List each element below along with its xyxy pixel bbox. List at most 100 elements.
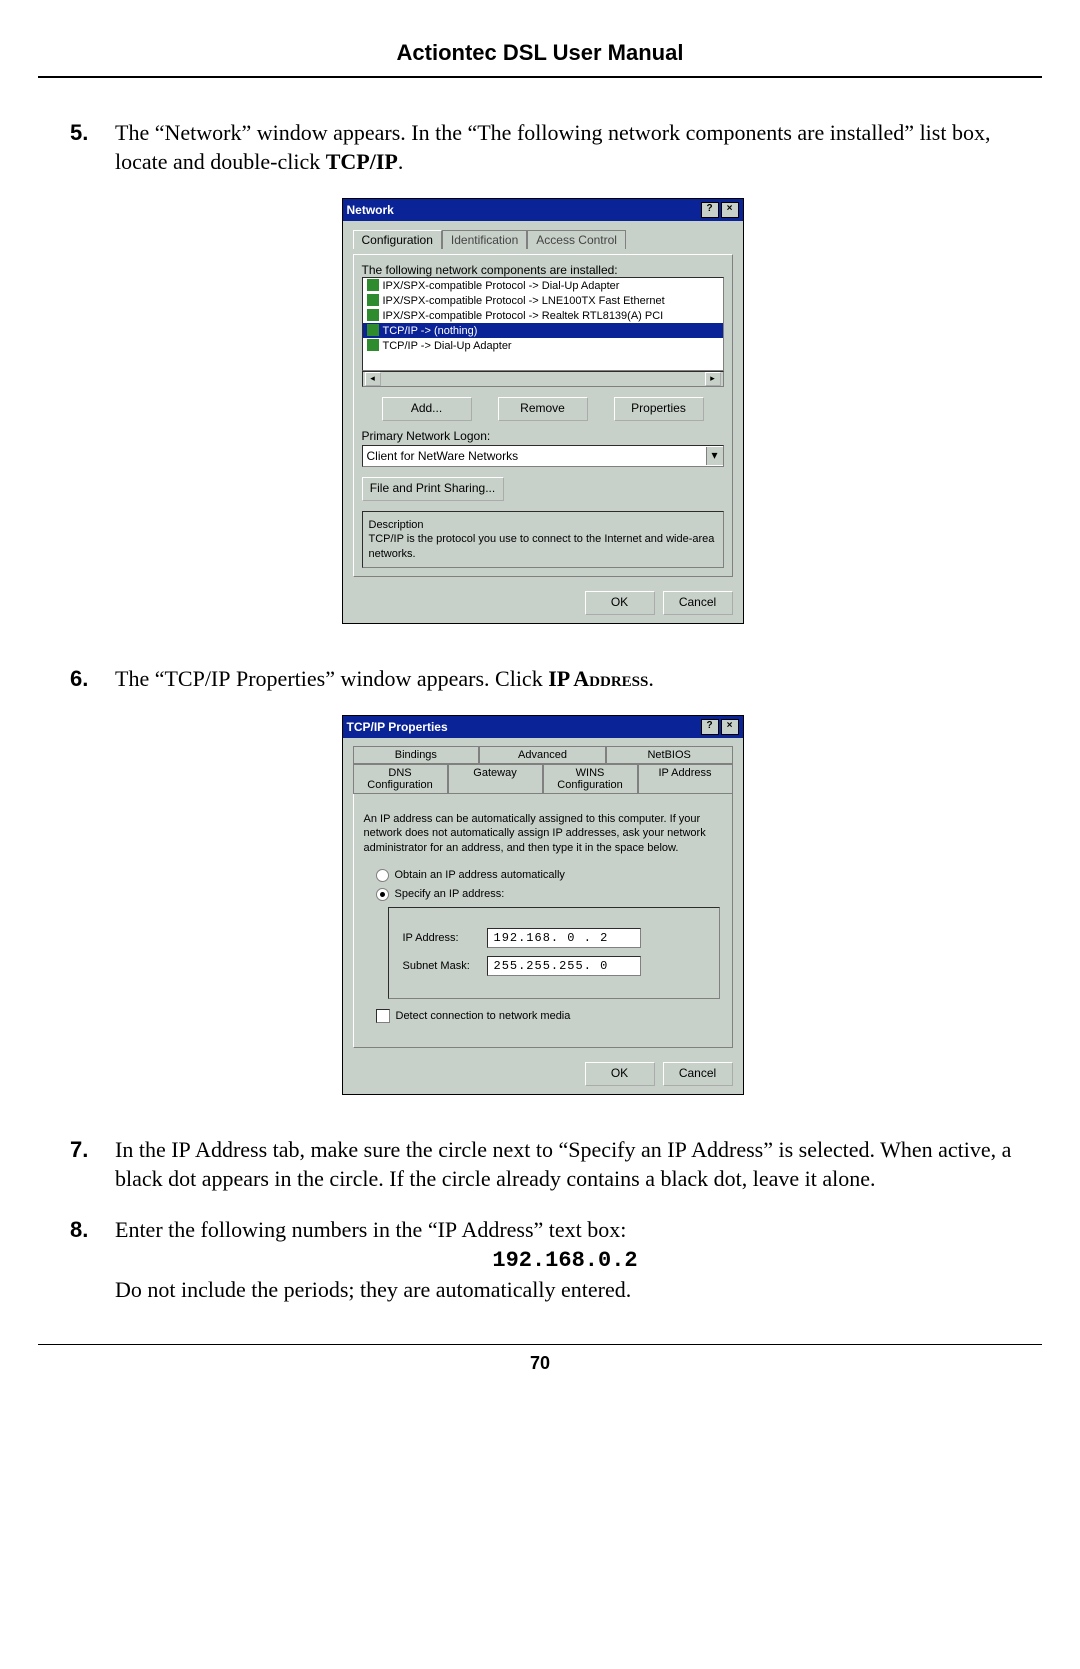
step-8: 8. Enter the following numbers in the “I…: [70, 1215, 1015, 1304]
tab-dns[interactable]: DNS Configuration: [353, 764, 448, 794]
horizontal-scrollbar[interactable]: ◂ ▸: [362, 371, 724, 387]
step-8-text-c: Address” text box:: [457, 1217, 626, 1242]
radio-icon: [376, 869, 389, 882]
ip-address-input[interactable]: 192.168. 0 . 2: [487, 928, 641, 948]
description-group: Description TCP/IP is the protocol you u…: [362, 511, 724, 568]
network-dialog: Network ? × Configuration Identification…: [342, 198, 744, 624]
network-tabs: Configuration Identification Access Cont…: [353, 229, 733, 248]
tab-identification[interactable]: Identification: [442, 230, 527, 249]
list-row[interactable]: TCP/IP -> Dial-Up Adapter: [363, 338, 723, 353]
tcpip-tabs-bottom: DNS Configuration Gateway WINS Configura…: [353, 764, 733, 794]
description-title: Description: [369, 518, 717, 532]
step-8-ip-value: 192.168.0.2: [492, 1248, 637, 1273]
step-5-text-a: The “Network” window appears. In the “Th…: [115, 120, 990, 174]
tab-wins[interactable]: WINS Configuration: [543, 764, 638, 794]
cancel-button[interactable]: Cancel: [663, 1062, 733, 1086]
step-6-ipaddress: IP Address: [548, 666, 648, 691]
tcpip-info-text: An IP address can be automatically assig…: [364, 812, 722, 855]
step-6-tcpip: TCP/IP: [164, 666, 230, 691]
ok-button[interactable]: OK: [585, 591, 655, 615]
tab-ip-address[interactable]: IP Address: [638, 764, 733, 794]
help-button[interactable]: ?: [701, 719, 719, 735]
step-6-text-c: Properties” window appears. Click: [231, 666, 549, 691]
network-screenshot: Network ? × Configuration Identification…: [70, 198, 1015, 624]
step-5-tcpip: TCP/IP: [326, 149, 398, 174]
list-row[interactable]: IPX/SPX-compatible Protocol -> Dial-Up A…: [363, 278, 723, 293]
tcpip-tabs-top: Bindings Advanced NetBIOS: [353, 746, 733, 764]
checkbox-icon: [376, 1009, 390, 1023]
scroll-right-icon[interactable]: ▸: [705, 372, 721, 386]
radio-obtain-label: Obtain an IP address automatically: [395, 869, 565, 881]
step-5-number: 5.: [70, 118, 88, 147]
page-title: Actiontec DSL User Manual: [10, 10, 1070, 66]
tab-netbios[interactable]: NetBIOS: [606, 746, 733, 764]
tab-advanced[interactable]: Advanced: [479, 746, 606, 764]
tab-bindings[interactable]: Bindings: [353, 746, 480, 764]
radio-icon-selected: [376, 888, 389, 901]
ip-fieldset: IP Address: 192.168. 0 . 2 Subnet Mask: …: [388, 907, 720, 999]
close-button[interactable]: ×: [721, 719, 739, 735]
subnet-mask-label: Subnet Mask:: [403, 960, 473, 972]
list-row[interactable]: IPX/SPX-compatible Protocol -> Realtek R…: [363, 308, 723, 323]
tcpip-dialog: TCP/IP Properties ? × Bindings Advanced …: [342, 715, 744, 1095]
radio-obtain-auto[interactable]: Obtain an IP address automatically: [376, 869, 724, 882]
components-listbox[interactable]: IPX/SPX-compatible Protocol -> Dial-Up A…: [362, 277, 724, 371]
list-row-selected[interactable]: TCP/IP -> (nothing): [363, 323, 723, 338]
protocol-icon: [367, 294, 379, 306]
primary-logon-label: Primary Network Logon:: [362, 429, 724, 443]
tab-gateway[interactable]: Gateway: [448, 764, 543, 794]
step-7-ip-2: IP: [667, 1137, 687, 1162]
tab-access-control[interactable]: Access Control: [527, 230, 626, 249]
step-7-text-c: Address tab, make sure the circle next t…: [191, 1137, 668, 1162]
content: 5. The “Network” window appears. In the …: [10, 118, 1070, 1304]
footer-rule: [38, 1344, 1042, 1345]
description-text: TCP/IP is the protocol you use to connec…: [369, 532, 717, 561]
add-button[interactable]: Add...: [382, 397, 472, 421]
protocol-icon: [367, 309, 379, 321]
step-7-number: 7.: [70, 1135, 88, 1164]
detect-connection-label: Detect connection to network media: [396, 1010, 571, 1022]
step-6-text-a: The “: [115, 666, 164, 691]
detect-connection-checkbox[interactable]: Detect connection to network media: [376, 1009, 718, 1023]
tab-configuration[interactable]: Configuration: [353, 230, 442, 249]
step-7-text-a: In the: [115, 1137, 171, 1162]
primary-logon-select[interactable]: Client for NetWare Networks ▾: [362, 445, 724, 467]
step-5-text-c: .: [398, 149, 404, 174]
protocol-icon: [367, 324, 379, 336]
subnet-mask-input[interactable]: 255.255.255. 0: [487, 956, 641, 976]
header-rule: [38, 76, 1042, 78]
step-7-ip-1: IP: [171, 1137, 191, 1162]
cancel-button[interactable]: Cancel: [663, 591, 733, 615]
protocol-icon: [367, 279, 379, 291]
ip-address-label: IP Address:: [403, 932, 473, 944]
tcpip-titlebar: TCP/IP Properties ? ×: [343, 716, 743, 738]
radio-specify[interactable]: Specify an IP address:: [376, 888, 724, 901]
step-8-text-a: Enter the following numbers in the “: [115, 1217, 438, 1242]
page-number: 70: [10, 1353, 1070, 1394]
list-caption: The following network components are ins…: [362, 263, 724, 277]
file-print-sharing-button[interactable]: File and Print Sharing...: [362, 477, 504, 501]
tcpip-screenshot: TCP/IP Properties ? × Bindings Advanced …: [70, 715, 1015, 1095]
step-5: 5. The “Network” window appears. In the …: [70, 118, 1015, 176]
network-titlebar: Network ? ×: [343, 199, 743, 221]
step-8-number: 8.: [70, 1215, 88, 1244]
step-6-text-e: .: [648, 666, 654, 691]
tcpip-title: TCP/IP Properties: [347, 720, 448, 734]
step-6-number: 6.: [70, 664, 88, 693]
remove-button[interactable]: Remove: [498, 397, 588, 421]
help-button[interactable]: ?: [701, 202, 719, 218]
list-row[interactable]: IPX/SPX-compatible Protocol -> LNE100TX …: [363, 293, 723, 308]
primary-logon-value: Client for NetWare Networks: [367, 449, 519, 463]
protocol-icon: [367, 339, 379, 351]
radio-specify-label: Specify an IP address:: [395, 888, 505, 900]
step-6: 6. The “TCP/IP Properties” window appear…: [70, 664, 1015, 693]
scroll-left-icon[interactable]: ◂: [365, 372, 381, 386]
ok-button[interactable]: OK: [585, 1062, 655, 1086]
step-7: 7. In the IP Address tab, make sure the …: [70, 1135, 1015, 1193]
chevron-down-icon[interactable]: ▾: [706, 447, 723, 465]
close-button[interactable]: ×: [721, 202, 739, 218]
properties-button[interactable]: Properties: [614, 397, 704, 421]
step-8-ip: IP: [438, 1217, 458, 1242]
steps-list: 5. The “Network” window appears. In the …: [70, 118, 1015, 1304]
step-8-text-d: Do not include the periods; they are aut…: [115, 1277, 631, 1302]
